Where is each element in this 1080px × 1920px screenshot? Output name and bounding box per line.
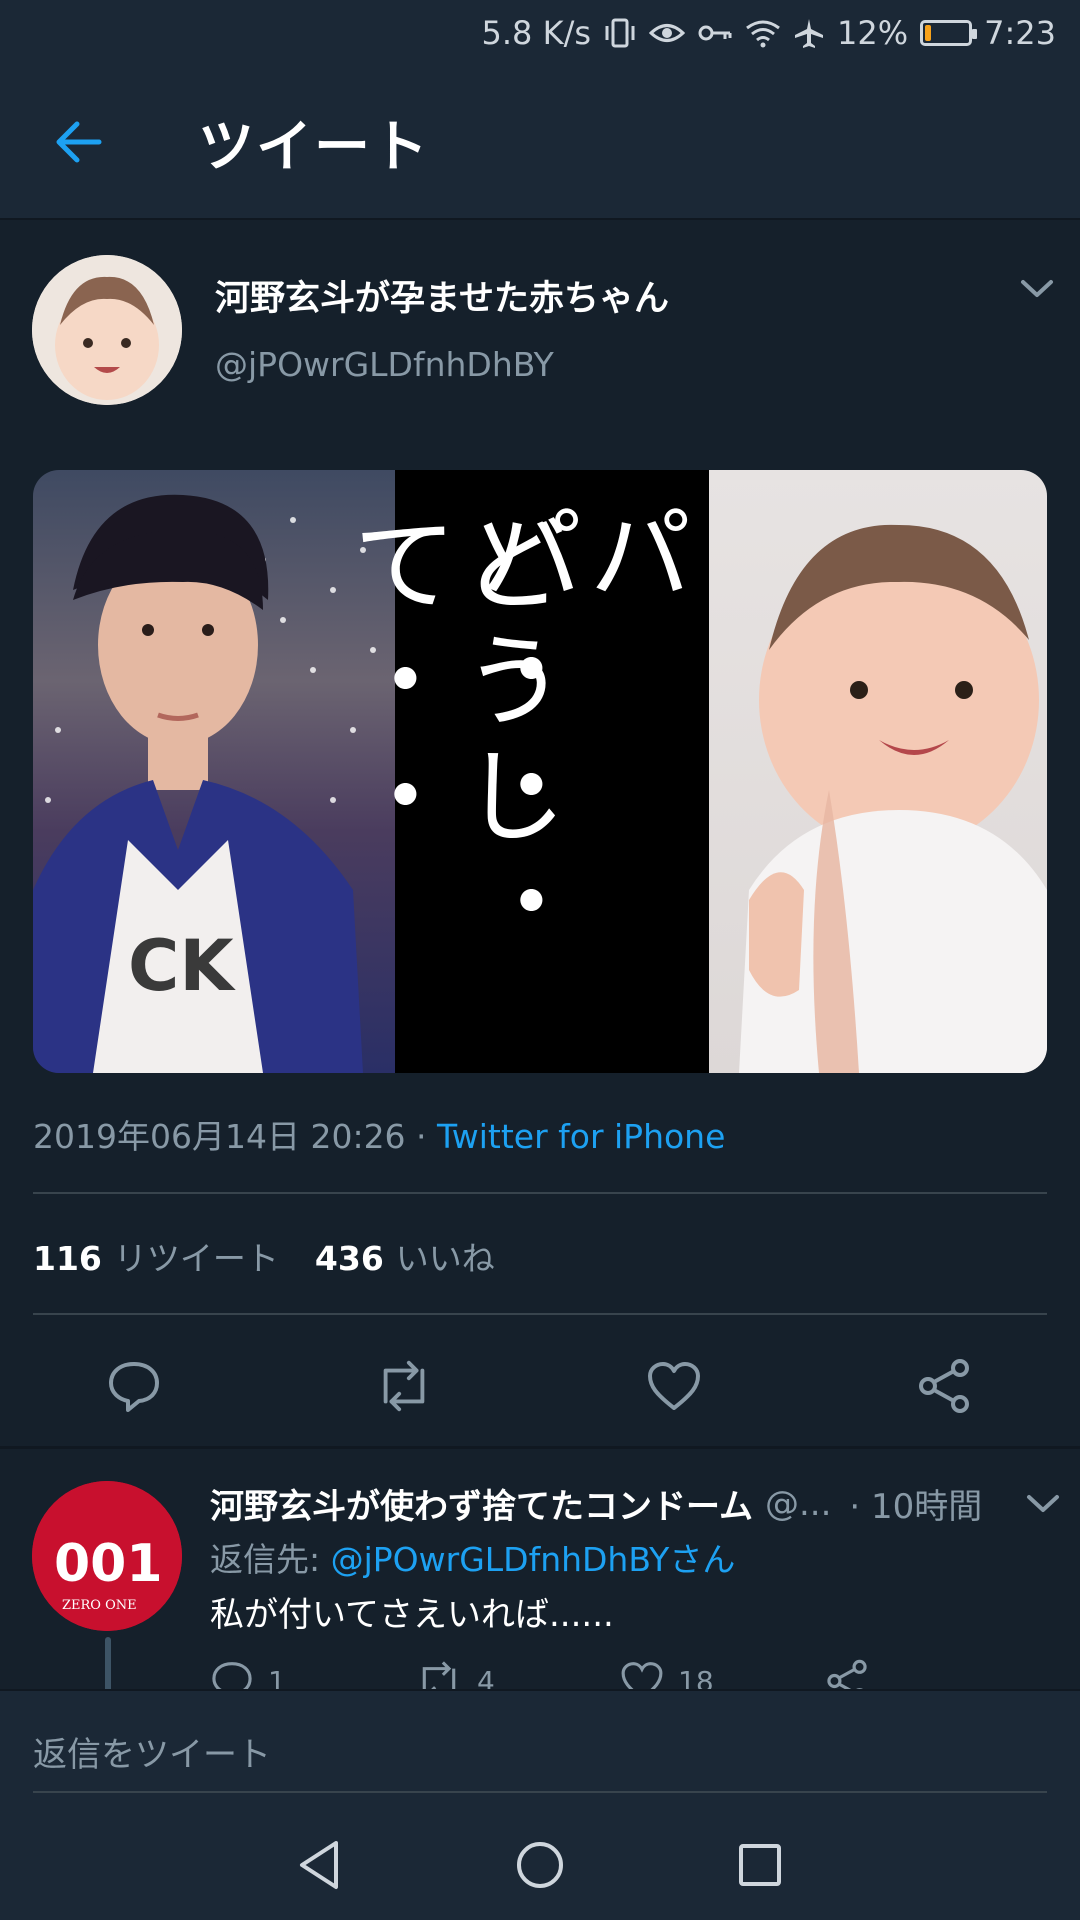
reply-like-count: 18 xyxy=(678,1664,714,1690)
reply-retweet-count: 4 xyxy=(477,1664,495,1690)
reply-like-button[interactable]: 18 xyxy=(620,1659,825,1689)
network-speed: 5.8 K/s xyxy=(481,14,592,52)
square-recents-icon xyxy=(739,1844,781,1886)
nav-recents-button[interactable] xyxy=(730,1835,790,1895)
reply-avatar-subtext: ZERO ONE xyxy=(62,1598,137,1613)
battery-percent: 12% xyxy=(837,14,909,52)
arrow-left-icon xyxy=(56,121,102,163)
image-panel-baby xyxy=(709,470,1047,1073)
tweet-meta: 2019年06月14日 20:26 · Twitter for iPhone xyxy=(33,1110,725,1158)
reply-compose-bar[interactable]: 返信をツイート xyxy=(0,1689,1080,1807)
reply-button[interactable] xyxy=(104,1356,164,1416)
reply-avatar[interactable]: 001 ZERO ONE xyxy=(32,1481,182,1631)
like-label[interactable]: いいね xyxy=(396,1232,495,1280)
vibrate-icon xyxy=(603,16,637,50)
heart-icon xyxy=(621,1662,663,1689)
like-button[interactable] xyxy=(644,1356,704,1416)
author-handle[interactable]: @jPOwrGLDfnhDhBY xyxy=(215,345,554,384)
tweet-menu-button[interactable] xyxy=(1020,278,1054,304)
reply-reply-button[interactable]: 1 xyxy=(210,1659,415,1689)
system-nav-bar xyxy=(0,1807,1080,1920)
tweet-stats: 116 リツイート 436 いいね xyxy=(33,1232,495,1280)
compose-underline xyxy=(33,1791,1047,1793)
reply-retweet-button[interactable]: 4 xyxy=(415,1659,620,1689)
tweet-timestamp: 2019年06月14日 20:26 xyxy=(33,1117,406,1156)
meta-separator: · xyxy=(405,1117,438,1156)
reply-input[interactable]: 返信をツイート xyxy=(33,1727,271,1776)
reply-to: 返信先: @jPOwrGLDfnhDhBYさん xyxy=(210,1533,735,1581)
status-bar: 5.8 K/s 12% 7:23 xyxy=(0,0,1080,66)
reply-to-prefix: 返信先: xyxy=(210,1540,331,1579)
comment-icon xyxy=(109,1362,159,1412)
reply-tweet[interactable]: 001 ZERO ONE 河野玄斗が使わず捨てたコンドーム @... · 10時… xyxy=(0,1449,1080,1689)
avatar[interactable] xyxy=(32,255,182,405)
heart-icon xyxy=(648,1362,700,1410)
reply-menu-button[interactable] xyxy=(1026,1484,1060,1524)
retweet-label[interactable]: リツイート xyxy=(114,1232,279,1280)
reply-time: · 10時間 xyxy=(849,1487,983,1527)
clock: 7:23 xyxy=(984,14,1056,52)
chevron-down-icon xyxy=(1021,280,1053,297)
key-icon xyxy=(697,18,733,48)
divider xyxy=(33,1313,1047,1315)
back-button[interactable] xyxy=(0,65,156,219)
eye-icon xyxy=(649,18,686,48)
reply-actions: 1 4 18 xyxy=(210,1659,1030,1689)
tweet-image[interactable]: CK パパ・・・ どうして・・ xyxy=(33,470,1047,1073)
tweet-author: 河野玄斗が孕ませた赤ちゃん @jPOwrGLDfnhDhBY xyxy=(0,220,1080,440)
chevron-down-icon xyxy=(1027,1494,1059,1512)
retweet-count[interactable]: 116 xyxy=(33,1239,102,1278)
wifi-icon xyxy=(745,18,781,48)
image-text-doushite: どうして・・ xyxy=(334,510,566,858)
retweet-icon xyxy=(383,1360,425,1412)
reply-author-name[interactable]: 河野玄斗が使わず捨てたコンドーム xyxy=(210,1479,753,1528)
reply-avatar-logo: 001 xyxy=(54,1534,163,1594)
reply-author-handle[interactable]: @... xyxy=(765,1484,831,1524)
airplane-icon xyxy=(793,17,825,49)
triangle-back-icon xyxy=(300,1841,338,1889)
divider xyxy=(33,1192,1047,1194)
reply-reply-count: 1 xyxy=(268,1664,286,1690)
tweet-source-link[interactable]: Twitter for iPhone xyxy=(437,1117,725,1156)
comment-icon xyxy=(212,1662,252,1689)
tweet-actions xyxy=(0,1330,1080,1438)
battery-icon xyxy=(920,20,978,46)
reply-to-handle-link[interactable]: @jPOwrGLDfnhDhBYさん xyxy=(331,1540,736,1579)
reply-header: 河野玄斗が使わず捨てたコンドーム @... · 10時間 xyxy=(210,1479,1060,1528)
svg-text:CK: CK xyxy=(128,925,236,1007)
share-icon xyxy=(919,1359,969,1413)
circle-home-icon xyxy=(517,1842,563,1888)
top-app-bar: ツイート xyxy=(0,66,1080,220)
image-panel-text: パパ・・・ どうして・・ xyxy=(335,470,709,1073)
reply-text: 私が付いてさえいれば...... xyxy=(210,1595,614,1635)
share-button[interactable] xyxy=(914,1356,974,1416)
author-name[interactable]: 河野玄斗が孕ませた赤ちゃん xyxy=(215,270,669,321)
retweet-icon xyxy=(422,1661,456,1689)
share-icon xyxy=(827,1659,867,1689)
nav-back-button[interactable] xyxy=(290,1835,350,1895)
retweet-button[interactable] xyxy=(374,1356,434,1416)
reply-share-button[interactable] xyxy=(825,1659,1030,1689)
thread-line xyxy=(105,1637,111,1689)
like-count[interactable]: 436 xyxy=(315,1239,384,1278)
nav-home-button[interactable] xyxy=(510,1835,570,1895)
page-title: ツイート xyxy=(198,114,430,180)
